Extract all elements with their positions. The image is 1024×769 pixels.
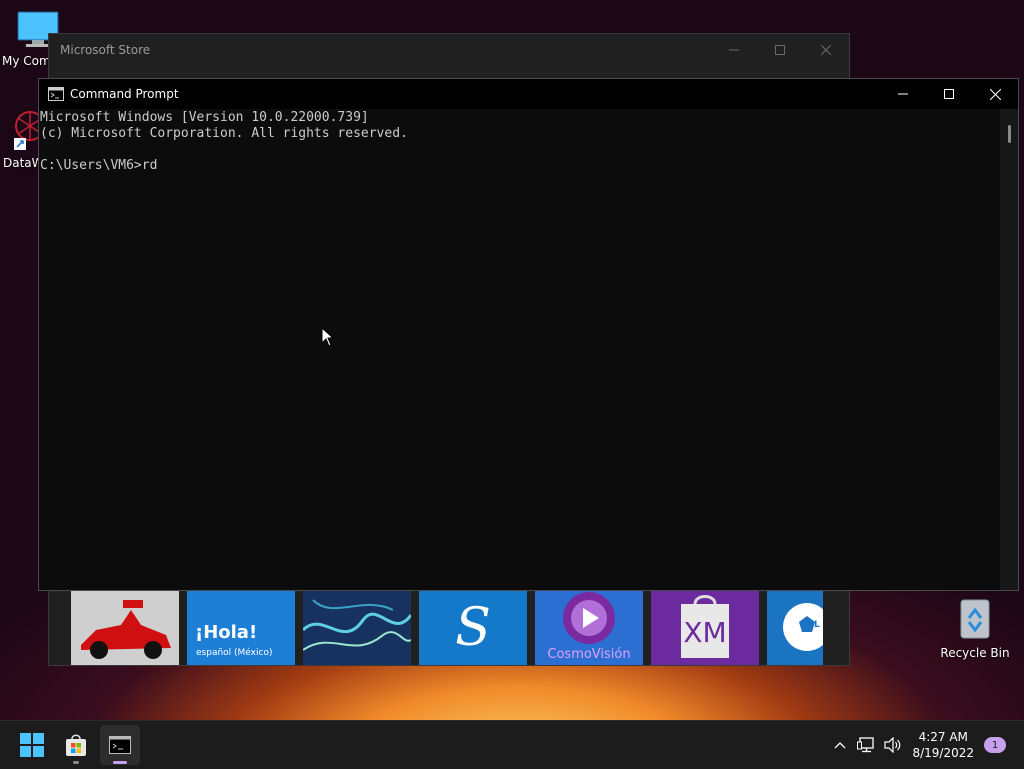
maximize-icon	[944, 89, 954, 99]
network-icon	[857, 737, 875, 753]
volume-button[interactable]	[880, 737, 906, 753]
desktop-icon-dataw[interactable]: DataW	[0, 108, 45, 170]
console-scrollbar[interactable]	[1000, 109, 1018, 590]
minimize-icon	[729, 49, 739, 51]
network-button[interactable]	[852, 737, 880, 753]
clock-time: 4:27 AM	[918, 730, 968, 744]
console-line: Microsoft Windows [Version 10.0.22000.73…	[40, 110, 369, 125]
system-tray: 4:27 AM 8/19/2022 1	[828, 721, 1024, 769]
maximize-icon	[775, 45, 785, 55]
notification-button[interactable]: 1	[984, 737, 1006, 753]
minimize-icon	[898, 93, 908, 95]
notification-badge-count: 1	[991, 739, 999, 751]
desktop-icon-recycle-bin[interactable]: Recycle Bin	[938, 596, 1012, 660]
taskbar-command-prompt[interactable]	[100, 725, 140, 765]
clock-button[interactable]: 4:27 AM 8/19/2022	[912, 729, 974, 761]
close-icon	[821, 45, 831, 55]
store-bag-icon	[66, 734, 86, 756]
start-button[interactable]	[12, 725, 52, 765]
minimize-button[interactable]	[880, 79, 926, 109]
mouse-pointer-icon	[321, 327, 335, 347]
close-icon	[989, 88, 1001, 100]
maximize-button[interactable]	[757, 34, 803, 66]
close-button[interactable]	[972, 79, 1018, 109]
console-line: (c) Microsoft Corporation. All rights re…	[40, 126, 408, 141]
store-title: Microsoft Store	[60, 43, 151, 57]
terminal-icon	[109, 736, 131, 754]
app-tile-cosmovision[interactable]: CosmoVisión	[535, 590, 643, 665]
app-tile-xm[interactable]: XM	[651, 590, 759, 665]
console-line: ​	[40, 142, 1000, 158]
scrollbar-thumb[interactable]	[1008, 125, 1011, 143]
abstract-art-icon	[303, 590, 411, 665]
desktop-icon-label: DataW	[3, 156, 44, 170]
cmd-titlebar[interactable]: Command Prompt	[39, 79, 1018, 109]
taskbar: 4:27 AM 8/19/2022 1	[0, 720, 1024, 769]
clock-date: 8/19/2022	[912, 746, 974, 760]
app-tile-s[interactable]: S	[419, 590, 527, 665]
desktop: { "desktop": { "icons": [ {"label": "My …	[0, 0, 1024, 769]
minimize-button[interactable]	[711, 34, 757, 66]
chevron-up-icon	[835, 742, 846, 749]
tile-title: XM	[683, 616, 727, 649]
app-tiles-row: ¡Hola! español (México) S CosmoVisión XM…	[71, 590, 823, 665]
cmd-window-title: Command Prompt	[70, 87, 179, 101]
store-titlebar[interactable]: Microsoft Store	[49, 34, 849, 66]
app-tile-abstract[interactable]	[303, 590, 411, 665]
app-tile-hola[interactable]: ¡Hola! español (México)	[187, 590, 295, 665]
desktop-icon-label: Recycle Bin	[940, 646, 1010, 660]
running-indicator	[73, 761, 79, 764]
speaker-icon	[884, 737, 901, 753]
windows-logo-icon	[20, 733, 44, 757]
race-car-icon	[71, 590, 179, 665]
console-output[interactable]: Microsoft Windows [Version 10.0.22000.73…	[39, 109, 1000, 590]
console-prompt-line: C:\Users\VM6>rd	[40, 158, 158, 173]
app-tile-race-car[interactable]	[71, 590, 179, 665]
cmd-window-controls	[880, 79, 1018, 109]
taskbar-microsoft-store[interactable]	[56, 725, 96, 765]
close-button[interactable]	[803, 34, 849, 66]
show-hidden-icons-button[interactable]	[828, 741, 852, 749]
cmd-app-icon	[48, 87, 64, 101]
tile-letter: S	[455, 598, 491, 658]
tile-subtitle: español (México)	[196, 648, 273, 658]
recycle-bin-icon	[960, 599, 990, 639]
tile-title: CosmoVisión	[547, 647, 631, 662]
app-tile-soccer[interactable]: XL	[767, 590, 823, 665]
store-window-controls	[711, 34, 849, 66]
command-prompt-window[interactable]: Command Prompt Microsoft Windows [Versio…	[38, 78, 1019, 591]
tile-title: XL	[807, 620, 820, 630]
play-disc-icon	[563, 592, 615, 644]
active-indicator	[113, 761, 127, 764]
maximize-button[interactable]	[926, 79, 972, 109]
tile-title: ¡Hola!	[195, 622, 258, 643]
